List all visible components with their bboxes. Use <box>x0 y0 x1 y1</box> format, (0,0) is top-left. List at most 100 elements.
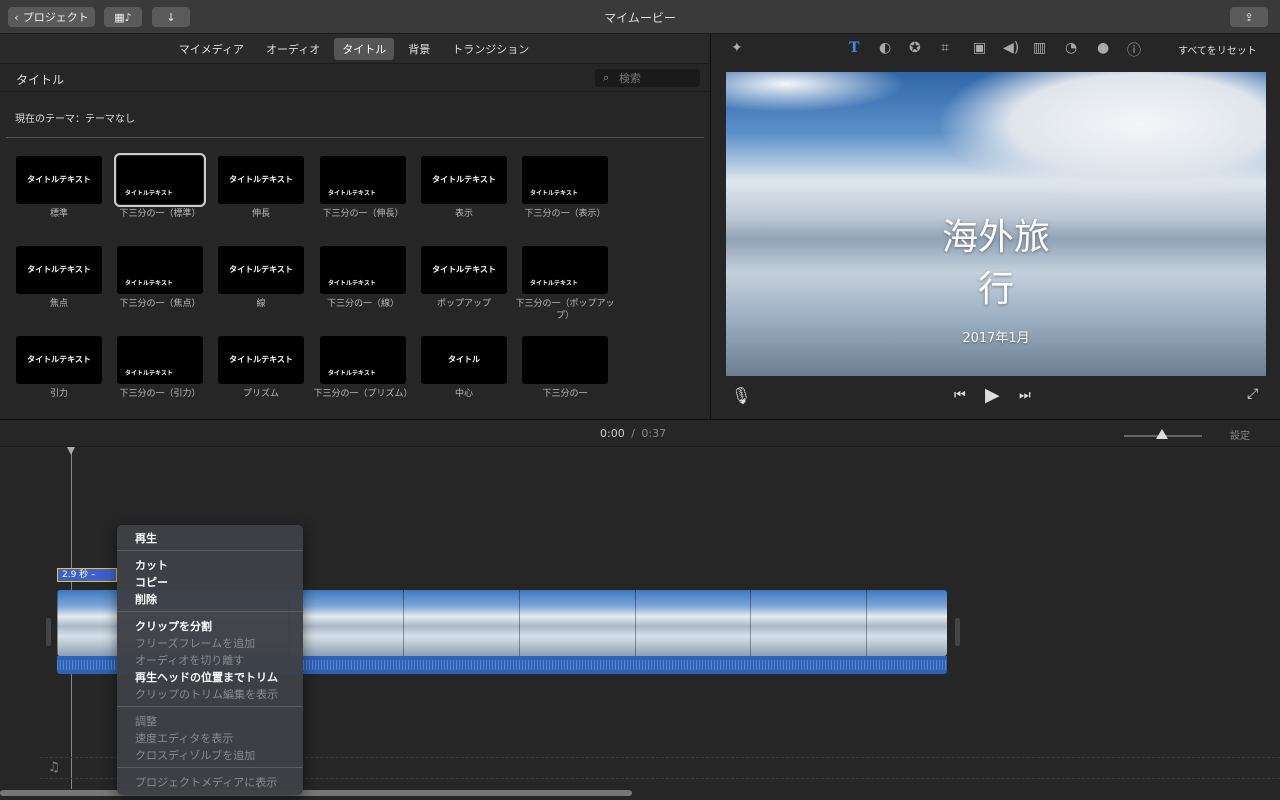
title-thumbnail[interactable]: タイトルテキスト <box>421 156 507 204</box>
title-label: 下三分の一（表示） <box>524 209 606 219</box>
menu-separator <box>117 550 303 551</box>
menu-item-reveal-in-project-media[interactable]: プロジェクトメディアに表示 <box>135 774 277 790</box>
menu-item-trim-to-playhead[interactable]: 再生ヘッドの位置までトリム <box>135 669 278 685</box>
tab-backgrounds[interactable]: 背景 <box>400 38 438 60</box>
title-thumbnail-text: タイトルテキスト <box>125 370 173 377</box>
title-thumbnail[interactable]: タイトルテキスト <box>117 336 203 384</box>
context-menu: 再生 カット コピー 削除 クリップを分割 フリーズフレームを追加 オーディオを… <box>117 525 303 795</box>
adjustment-toolbar: ✦ T ◐ ✪ ⌗ ▣ ◀︎) ▥ ◔ ● ⓘ すべてをリセット <box>711 34 1280 64</box>
timeline-end-handle[interactable] <box>955 618 960 646</box>
clip-frame <box>403 590 519 656</box>
current-theme-label: 現在のテーマ：テーマなし <box>15 114 135 125</box>
share-button[interactable]: ⇪ <box>1230 7 1268 27</box>
import-button[interactable]: ↓ <box>152 7 190 27</box>
section-header: タイトル ⌕ 検索 <box>0 64 708 92</box>
title-thumbnail[interactable]: タイトルテキスト <box>16 336 102 384</box>
video-subtitle-text: 2017年1月 <box>962 331 1030 346</box>
title-thumbnail[interactable]: タイトルテキスト <box>16 156 102 204</box>
filter-icon[interactable]: ● <box>1097 40 1109 56</box>
window-title: マイムービー <box>604 11 676 25</box>
microphone-icon[interactable]: 🎙︎ <box>731 386 751 405</box>
menu-separator <box>117 706 303 707</box>
title-thumbnail[interactable]: タイトル <box>421 336 507 384</box>
zoom-slider-knob[interactable] <box>1156 429 1168 439</box>
music-note-icon: ♫ <box>48 760 60 775</box>
skip-forward-icon[interactable]: ⏭ <box>1019 388 1031 403</box>
title-thumbnail-text: タイトルテキスト <box>229 265 293 274</box>
volume-icon[interactable]: ◀︎) <box>1003 40 1019 56</box>
menu-item-play[interactable]: 再生 <box>135 530 157 546</box>
title-label: 下三分の一（プリズム） <box>313 389 413 399</box>
title-thumbnail[interactable]: タイトルテキスト <box>320 336 406 384</box>
title-thumbnail-text: タイトルテキスト <box>432 175 496 184</box>
color-palette-icon[interactable]: ✪ <box>909 40 921 56</box>
timecode: 0:00 / 0:37 <box>600 427 666 440</box>
title-label: 中心 <box>454 389 473 399</box>
title-thumbnail-text: タイトルテキスト <box>328 370 376 377</box>
tab-my-media[interactable]: マイメディア <box>171 38 252 60</box>
clip-frame <box>750 590 866 656</box>
title-label: 伸長 <box>251 209 270 219</box>
title-thumbnail[interactable]: タイトルテキスト <box>218 156 304 204</box>
clip-frame <box>635 590 751 656</box>
title-thumbnail[interactable]: タイトルテキスト <box>16 246 102 294</box>
menu-separator <box>117 767 303 768</box>
title-thumbnail-text: タイトルテキスト <box>27 355 91 364</box>
title-thumbnail-text: タイトルテキスト <box>328 190 376 197</box>
title-thumbnail[interactable]: タイトルテキスト <box>522 246 608 294</box>
menu-item-detach-audio[interactable]: オーディオを切り離す <box>135 652 244 668</box>
title-thumbnail[interactable]: タイトルテキスト <box>117 246 203 294</box>
menu-item-delete[interactable]: 削除 <box>135 591 157 607</box>
browser-tabs: マイメディア オーディオ タイトル 背景 トランジション <box>0 34 708 64</box>
horizontal-scrollbar[interactable] <box>0 790 632 796</box>
title-label: 焦点 <box>49 299 68 309</box>
color-balance-icon[interactable]: ◐ <box>879 40 891 56</box>
menu-separator <box>117 611 303 612</box>
skip-back-icon[interactable]: ⏮ <box>954 388 966 403</box>
menu-item-cut[interactable]: カット <box>135 557 168 573</box>
title-thumbnail[interactable] <box>522 336 608 384</box>
top-toolbar: ‹ プロジェクト ▦♪ ↓ マイムービー ⇪ <box>0 0 1280 34</box>
film-music-icon: ▦♪ <box>114 10 132 24</box>
menu-item-copy[interactable]: コピー <box>135 574 168 590</box>
play-icon[interactable]: ▶ <box>985 384 1000 406</box>
search-input[interactable]: ⌕ 検索 <box>595 69 700 87</box>
reset-all-button[interactable]: すべてをリセット <box>1178 42 1257 57</box>
menu-item-adjust[interactable]: 調整 <box>135 713 157 729</box>
viewer: ✦ T ◐ ✪ ⌗ ▣ ◀︎) ▥ ◔ ● ⓘ すべてをリセット 海外旅行 20… <box>710 34 1280 419</box>
menu-item-show-speed-editor[interactable]: 速度エディタを表示 <box>135 730 233 746</box>
tab-transitions[interactable]: トランジション <box>444 38 537 60</box>
back-to-projects-button[interactable]: ‹ プロジェクト <box>8 7 95 27</box>
info-icon[interactable]: ⓘ <box>1127 40 1141 60</box>
title-thumbnail[interactable]: タイトルテキスト <box>218 246 304 294</box>
crop-icon[interactable]: ⌗ <box>941 40 949 56</box>
menu-item-add-freeze-frame[interactable]: フリーズフレームを追加 <box>135 635 255 651</box>
stabilization-camera-icon[interactable]: ▣ <box>973 40 986 56</box>
playhead-marker[interactable] <box>67 447 75 455</box>
title-thumbnail[interactable]: タイトルテキスト <box>114 153 206 207</box>
title-thumbnail[interactable]: タイトルテキスト <box>421 246 507 294</box>
time-separator: / <box>631 427 635 440</box>
title-thumbnail[interactable]: タイトルテキスト <box>218 336 304 384</box>
menu-item-add-cross-dissolve[interactable]: クロスディゾルブを追加 <box>135 747 255 763</box>
title-label: 下三分の一（焦点） <box>119 299 201 309</box>
title-thumbnail[interactable]: タイトルテキスト <box>522 156 608 204</box>
timeline-start-handle[interactable] <box>46 618 51 646</box>
title-label: 引力 <box>49 389 68 399</box>
title-tool-icon[interactable]: T <box>849 40 859 56</box>
title-label: 表示 <box>454 209 473 219</box>
title-thumbnail-text: タイトルテキスト <box>229 175 293 184</box>
settings-button[interactable]: 設定 <box>1230 427 1250 442</box>
title-thumbnail[interactable]: タイトルテキスト <box>320 246 406 294</box>
cloud <box>726 72 906 112</box>
menu-item-split-clip[interactable]: クリップを分割 <box>135 618 212 634</box>
magic-wand-icon[interactable]: ✦ <box>731 40 743 56</box>
speed-icon[interactable]: ◔ <box>1065 40 1077 56</box>
media-library-button[interactable]: ▦♪ <box>104 7 142 27</box>
fullscreen-icon[interactable]: ⤢ <box>1247 386 1258 402</box>
equalizer-icon[interactable]: ▥ <box>1033 40 1046 56</box>
tab-titles[interactable]: タイトル <box>334 37 395 60</box>
title-thumbnail[interactable]: タイトルテキスト <box>320 156 406 204</box>
tab-audio[interactable]: オーディオ <box>258 38 328 60</box>
menu-item-show-clip-trimmer[interactable]: クリップのトリム編集を表示 <box>135 686 278 702</box>
